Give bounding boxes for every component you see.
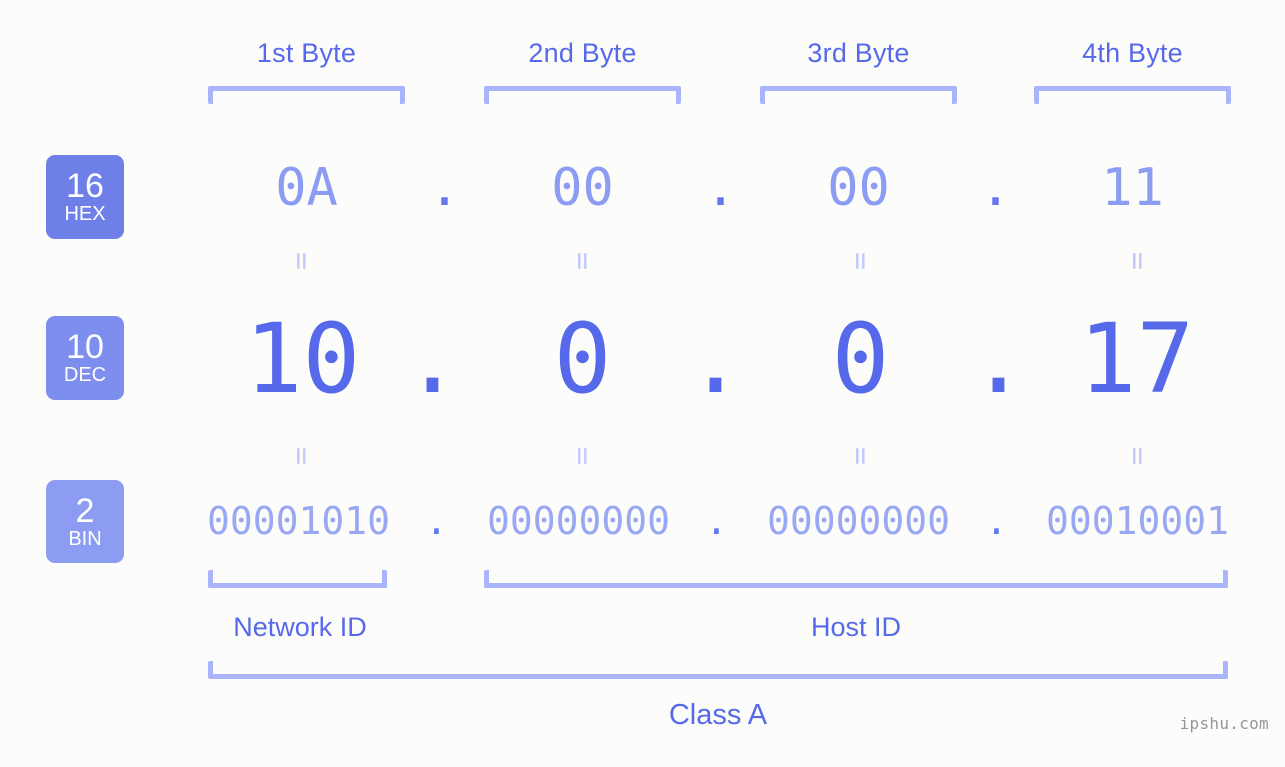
hex-octet-2: 00: [551, 158, 614, 218]
equals-icon-hex-dec-2: =: [565, 251, 600, 271]
network-id-bracket: [208, 570, 387, 588]
dec-separator-2: .: [686, 303, 745, 415]
dec-octet-1: 10: [244, 303, 361, 415]
byte-bracket-4: [1034, 86, 1231, 104]
equals-icon-hex-dec-1: =: [284, 251, 319, 271]
bin-octet-2: 00000000: [486, 499, 671, 543]
dec-octet-4: 17: [1078, 303, 1195, 415]
base-badge-dec: 10 DEC: [46, 316, 124, 400]
base-badge-bin: 2 BIN: [46, 480, 124, 563]
base-badge-bin-number: 2: [75, 491, 95, 530]
hex-separator-3: .: [979, 158, 1012, 218]
equals-icon-dec-bin-1: =: [284, 446, 319, 466]
equals-icon-dec-bin-2: =: [565, 446, 600, 466]
byte-label-3: 3rd Byte: [807, 38, 910, 68]
ip-address-breakdown-diagram: 1st Byte 2nd Byte 3rd Byte 4th Byte 16 H…: [0, 0, 1285, 767]
network-id-label: Network ID: [233, 612, 367, 642]
bin-separator-3: .: [985, 499, 1008, 543]
dec-octet-2: 0: [553, 303, 612, 415]
hex-octet-4: 11: [1101, 158, 1164, 218]
base-badge-hex-label: HEX: [64, 203, 106, 225]
byte-label-4: 4th Byte: [1082, 38, 1183, 68]
equals-icon-hex-dec-4: =: [1120, 251, 1155, 271]
base-badge-bin-label: BIN: [68, 527, 102, 550]
equals-icon-dec-bin-4: =: [1120, 446, 1155, 466]
bin-octet-3: 00000000: [766, 499, 951, 543]
base-badge-hex: 16 HEX: [46, 155, 124, 239]
bin-separator-1: .: [425, 499, 448, 543]
byte-label-1: 1st Byte: [256, 38, 357, 68]
dec-separator-1: .: [403, 303, 462, 415]
base-badge-dec-label: DEC: [63, 364, 107, 386]
byte-bracket-3: [760, 86, 957, 104]
byte-label-2: 2nd Byte: [528, 38, 637, 68]
bin-octet-1: 00001010: [206, 499, 391, 543]
hex-separator-2: .: [704, 158, 737, 218]
bin-octet-4: 00010001: [1045, 499, 1230, 543]
dec-octet-3: 0: [831, 303, 890, 415]
base-badge-hex-number: 16: [66, 167, 104, 205]
hex-octet-1: 0A: [275, 158, 338, 218]
byte-bracket-1: [208, 86, 405, 104]
equals-icon-hex-dec-3: =: [843, 251, 878, 271]
dec-separator-3: .: [969, 303, 1028, 415]
class-label: Class A: [668, 699, 768, 731]
byte-bracket-2: [484, 86, 681, 104]
class-bracket: [208, 661, 1228, 679]
host-id-label: Host ID: [810, 612, 902, 642]
site-watermark: ipshu.com: [1179, 714, 1269, 733]
equals-icon-dec-bin-3: =: [843, 446, 878, 466]
base-badge-dec-number: 10: [66, 328, 104, 366]
host-id-bracket: [484, 570, 1228, 588]
bin-separator-2: .: [705, 499, 728, 543]
hex-separator-1: .: [428, 158, 461, 218]
hex-octet-3: 00: [827, 158, 890, 218]
